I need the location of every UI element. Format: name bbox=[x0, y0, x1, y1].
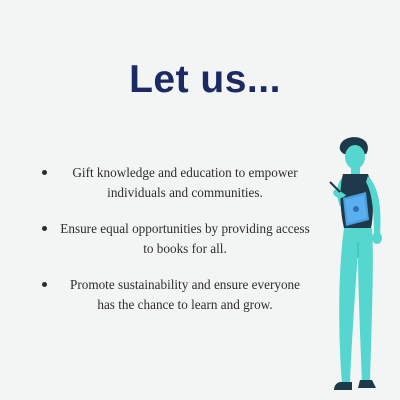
list-item: Promote sustainability and ensure everyo… bbox=[40, 275, 310, 314]
list-item-text: Promote sustainability and ensure everyo… bbox=[70, 277, 300, 312]
list-item: Gift knowledge and education to empower … bbox=[40, 163, 310, 202]
bullet-icon bbox=[42, 282, 47, 287]
slide: Let us... Gift knowledge and education t… bbox=[0, 0, 400, 400]
slide-title: Let us... bbox=[129, 58, 281, 101]
person-reading-tablet-icon bbox=[329, 137, 382, 390]
list-item: Ensure equal opportunities by providing … bbox=[40, 219, 310, 258]
bullet-icon bbox=[42, 226, 47, 231]
goals-list: Gift knowledge and education to empower … bbox=[40, 163, 310, 331]
list-item-text: Gift knowledge and education to empower … bbox=[72, 165, 298, 200]
bullet-icon bbox=[42, 170, 47, 175]
list-item-text: Ensure equal opportunities by providing … bbox=[60, 221, 310, 256]
